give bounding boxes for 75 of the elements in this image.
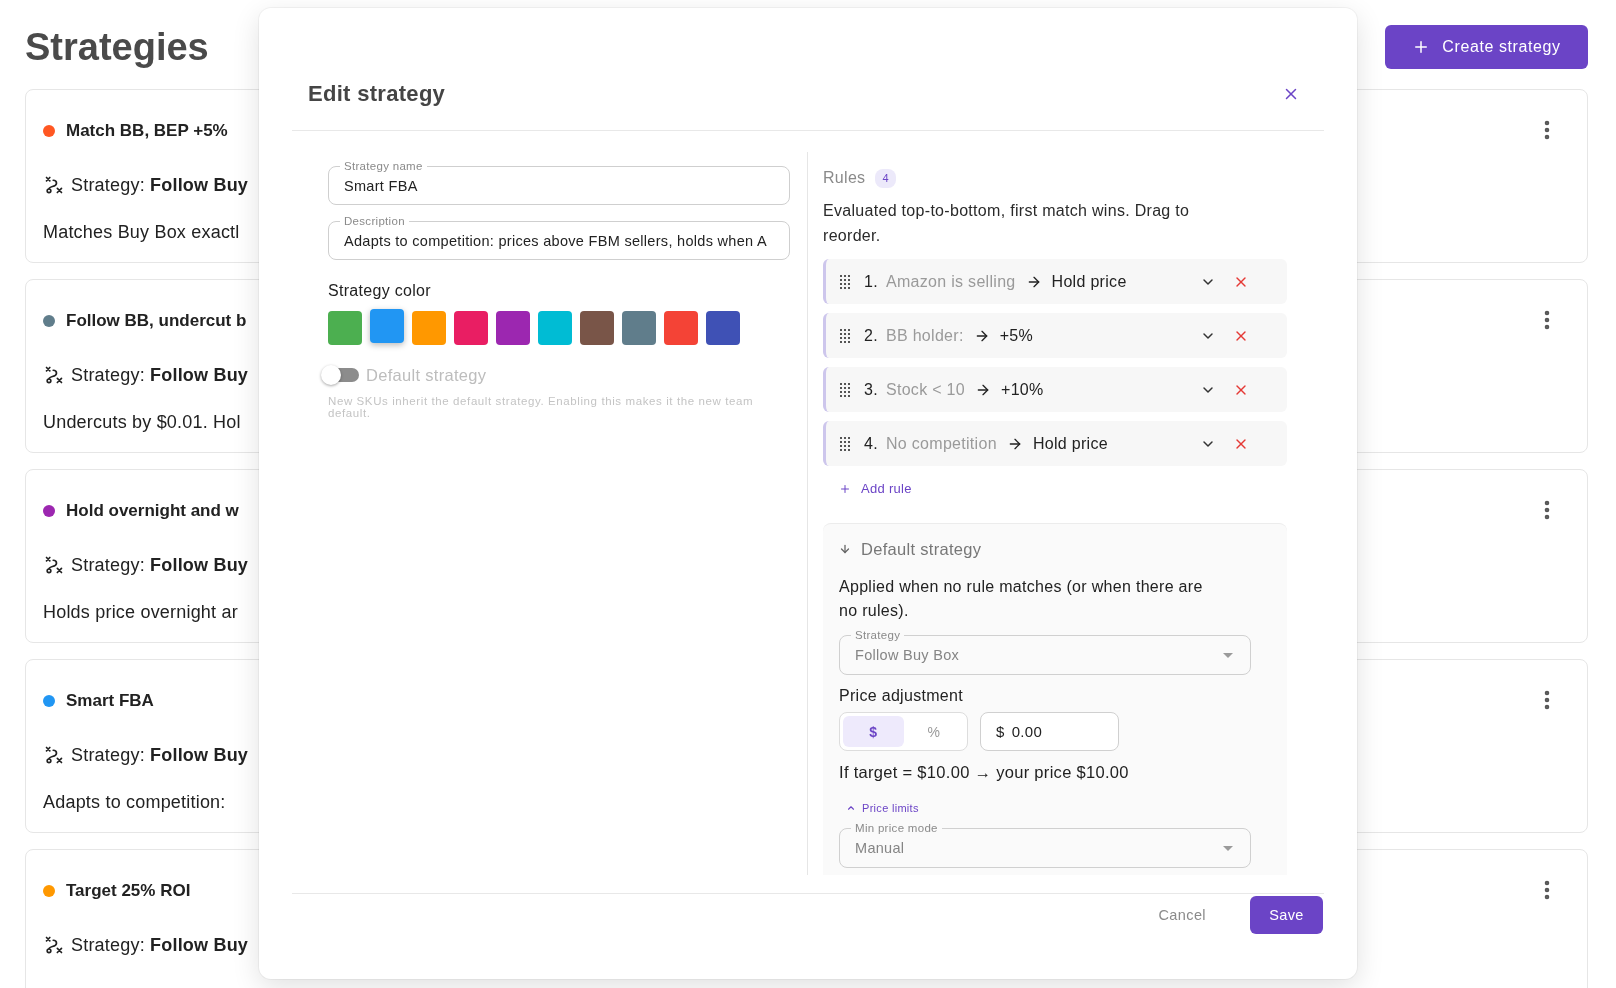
strategy-description: Adapts to competition:: [43, 791, 227, 814]
strategy-description: Undercuts by $0.01. Hol: [43, 411, 242, 434]
rule-row[interactable]: 3. Stock < 10 +10%: [823, 367, 1287, 412]
page-title: Strategies: [25, 25, 209, 69]
field-label: Strategy: [851, 628, 905, 642]
field-label: Strategy name: [340, 159, 427, 173]
price-preview: If target = $10.00 → your price $10.00: [839, 762, 1130, 782]
rule-number: 2.: [864, 326, 878, 345]
route-icon: [44, 935, 64, 955]
strategy-description: Holds price overnight ar: [43, 601, 239, 624]
strategy-type: Strategy: Follow Buy: [71, 174, 249, 196]
rule-number: 3.: [864, 380, 878, 399]
strategy-type: Strategy: Follow Buy: [71, 744, 249, 766]
strategy-description: Matches Buy Box exactl: [43, 221, 241, 244]
color-swatch-icon[interactable]: [580, 311, 614, 345]
color-swatch-icon[interactable]: [538, 311, 572, 345]
color-swatch-icon[interactable]: [328, 311, 362, 345]
rule-number: 1.: [864, 272, 878, 291]
rule-condition: No competition: [885, 434, 997, 453]
strategy-title: Smart FBA: [66, 691, 154, 711]
route-icon: [44, 745, 64, 765]
strategy-type: Strategy: Follow Buy: [71, 934, 249, 956]
drag-handle-icon[interactable]: [840, 382, 850, 397]
color-swatch-icon[interactable]: [454, 311, 488, 345]
strategy-type: Strategy: Follow Buy: [71, 554, 249, 576]
rule-action: +10%: [1001, 380, 1044, 399]
count-badge: 4: [875, 168, 896, 188]
strategy-title: Follow BB, undercut b: [66, 311, 247, 331]
route-icon: [44, 175, 64, 195]
section-title: Rules: [823, 169, 866, 187]
field-label: Description: [340, 214, 409, 228]
add-rule-button[interactable]: Add rule: [839, 481, 912, 497]
rule-row[interactable]: 2. BB holder: +5%: [823, 313, 1287, 358]
panel-text: Applied when no rule matches (or when there are no rules).: [839, 577, 1204, 621]
strategy-type: Strategy: Follow Buy: [71, 364, 249, 386]
rule-action: Hold price: [1032, 434, 1108, 453]
strategy-title: Target 25% ROI: [66, 881, 191, 901]
rule-row[interactable]: 1. Amazon is selling Hold price: [823, 259, 1287, 304]
route-icon: [44, 555, 64, 575]
section-label: Price adjustment: [839, 686, 964, 706]
color-swatch-icon[interactable]: [664, 311, 698, 345]
rule-action: Hold price: [1051, 272, 1127, 291]
create-strategy-button[interactable]: Create strategy: [1385, 25, 1588, 69]
color-swatch-icon[interactable]: [412, 311, 446, 345]
rule-condition: BB holder:: [885, 326, 964, 345]
hint-text: Evaluated top-to-bottom, first match wins. Drag to reorder.: [823, 201, 1191, 246]
rule-condition: Amazon is selling: [885, 272, 1016, 291]
price-limits-button[interactable]: Price limits: [846, 801, 919, 815]
cancel-button[interactable]: Cancel: [1142, 899, 1222, 931]
color-swatch-icon[interactable]: [622, 311, 656, 345]
panel-title: Default strategy: [861, 539, 982, 559]
rule-number: 4.: [864, 434, 878, 453]
rule-condition: Stock < 10: [885, 380, 965, 399]
strategy-title: Match BB, BEP +5%: [66, 121, 228, 141]
arrow-down-icon: [839, 543, 851, 555]
rule-row[interactable]: 4. No competition Hold price: [823, 421, 1287, 466]
color-swatch-icon[interactable]: [706, 311, 740, 345]
color-swatch-icon[interactable]: [496, 311, 530, 345]
section-label: Strategy color: [328, 281, 432, 301]
plus-icon: [839, 483, 851, 495]
help-text: New SKUs inherit the default strategy. Enabling this makes it the new team default.: [328, 395, 755, 419]
rule-action: +5%: [999, 326, 1034, 345]
amount-field[interactable]: $ 0.00: [980, 712, 1119, 751]
drag-handle-icon[interactable]: [840, 436, 850, 451]
strategy-title: Hold overnight and w: [66, 501, 239, 521]
drag-handle-icon[interactable]: [840, 328, 850, 343]
dialog-title: Edit strategy: [308, 80, 446, 108]
route-icon: [44, 365, 64, 385]
drag-handle-icon[interactable]: [840, 274, 850, 289]
toggle-label: Default strategy: [366, 365, 487, 385]
color-swatch-icon[interactable]: [370, 309, 404, 343]
caret-down-icon: [1223, 845, 1233, 851]
save-button[interactable]: Save: [1250, 896, 1323, 934]
field-label: Min price mode: [851, 821, 942, 835]
unit-toggle-button[interactable]: $: [843, 716, 904, 747]
